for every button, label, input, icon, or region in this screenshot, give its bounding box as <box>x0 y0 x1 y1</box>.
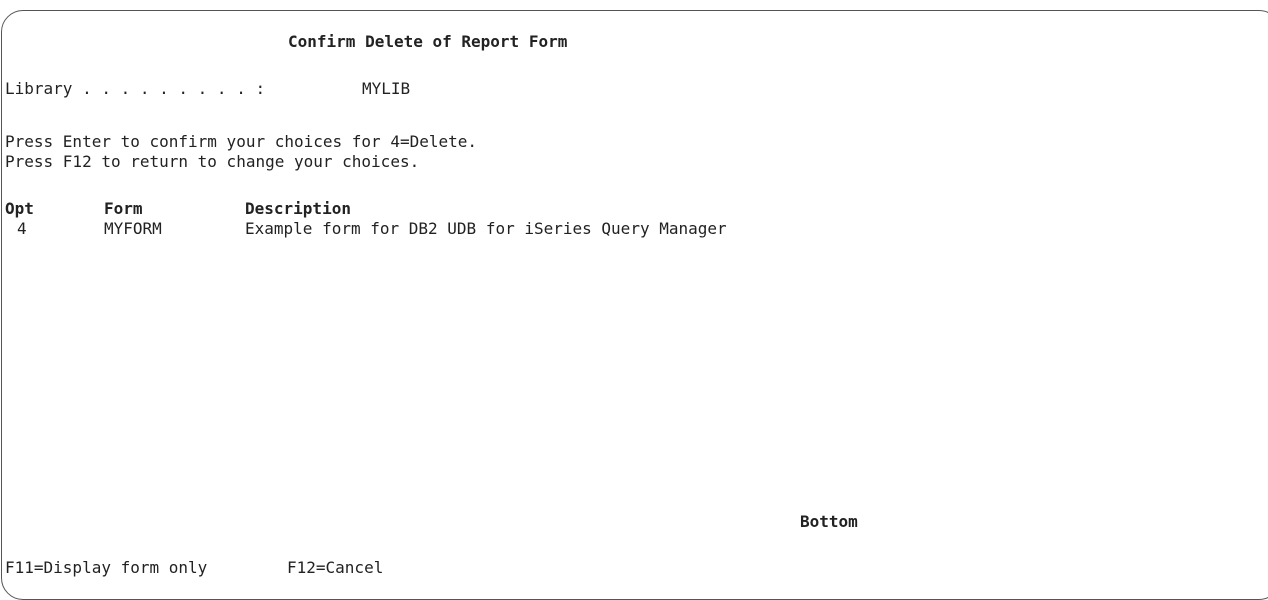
scroll-indicator-bottom: Bottom <box>800 512 858 531</box>
screen-title: Confirm Delete of Report Form <box>288 32 568 51</box>
column-header-description: Description <box>245 199 351 218</box>
function-key-f12[interactable]: F12=Cancel <box>287 558 383 578</box>
row-option-field[interactable]: 4 <box>17 219 27 239</box>
library-label: Library . . . . . . . . . : <box>5 79 266 98</box>
column-header-form: Form <box>104 199 143 218</box>
row-form-name: MYFORM <box>104 219 162 238</box>
row-description: Example form for DB2 UDB for iSeries Que… <box>245 219 727 238</box>
function-key-f11[interactable]: F11=Display form only <box>5 558 207 578</box>
library-value: MYLIB <box>362 79 411 98</box>
instruction-line-2: Press F12 to return to change your choic… <box>5 152 420 171</box>
instruction-line-1: Press Enter to confirm your choices for … <box>5 132 478 151</box>
column-header-opt: Opt <box>5 199 34 218</box>
